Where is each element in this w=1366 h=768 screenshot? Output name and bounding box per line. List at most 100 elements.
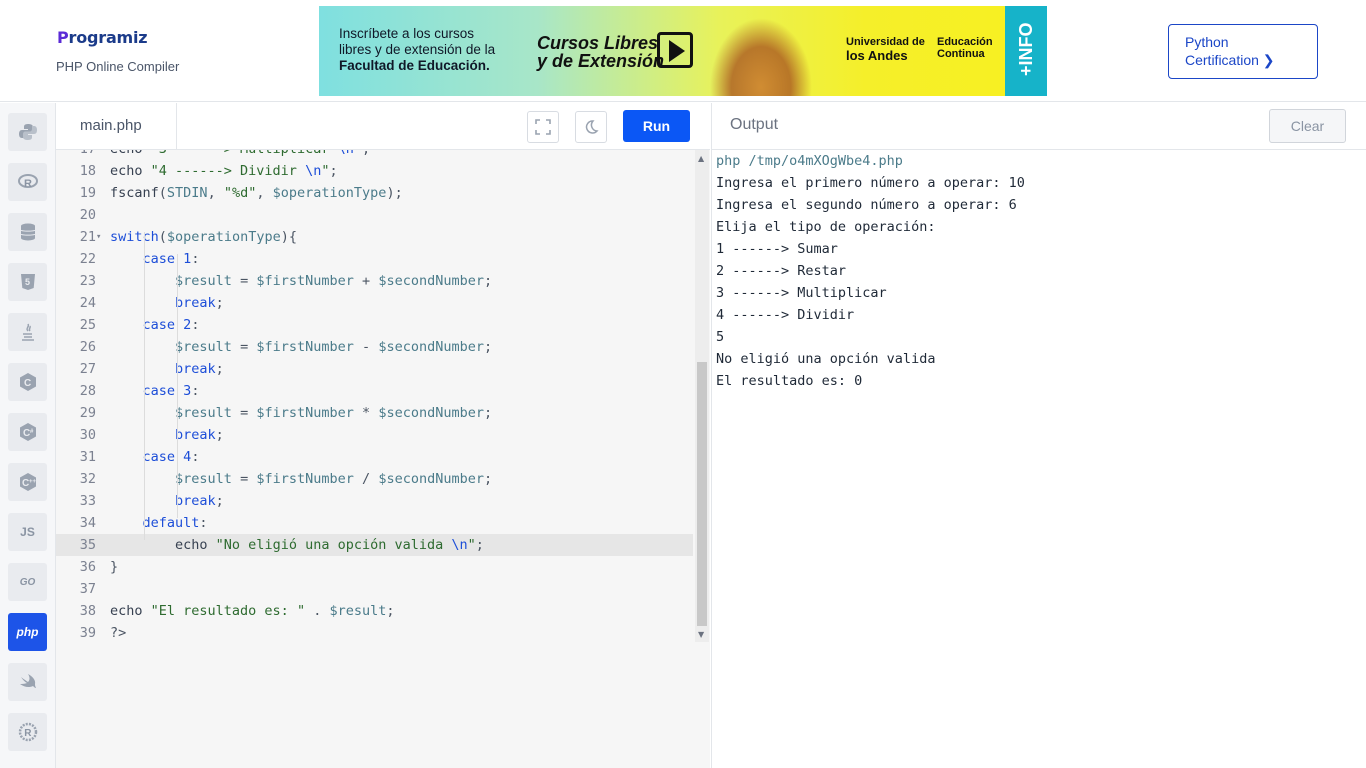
banner-info-button[interactable]: +INFO: [1005, 6, 1047, 96]
code-text: echo "3 ------> Multiplicar \n";: [110, 150, 370, 160]
code-text: default:: [142, 515, 208, 531]
code-line[interactable]: 26 $result = $firstNumber - $secondNumbe…: [56, 336, 693, 358]
code-line[interactable]: 37: [56, 578, 693, 600]
editor-toolbar: main.php Run: [56, 103, 710, 150]
code-line[interactable]: 28 case 3:: [56, 380, 693, 402]
banner-brand: Cursos Libres y de Extensión: [537, 34, 664, 70]
line-number: 30: [79, 427, 96, 443]
clear-button[interactable]: Clear: [1269, 109, 1346, 143]
code-text: fscanf(STDIN, "%d", $operationType);: [110, 185, 403, 201]
code-line[interactable]: 22 case 1:: [56, 248, 693, 270]
cert-line2: Certification ❯: [1185, 52, 1275, 68]
output-title: Output: [730, 116, 779, 133]
code-text: $result = $firstNumber + $secondNumber;: [175, 273, 493, 289]
line-number: 27: [79, 361, 96, 377]
sql-icon[interactable]: [8, 213, 47, 251]
code-line[interactable]: 21 ▾ switch($operationType){: [56, 226, 693, 248]
javascript-icon[interactable]: JS: [8, 513, 47, 551]
run-button[interactable]: Run: [623, 110, 690, 142]
line-number: 28: [79, 383, 96, 399]
code-line[interactable]: 27 break;: [56, 358, 693, 380]
rust-icon[interactable]: R: [8, 713, 47, 751]
indent-guide: [177, 254, 178, 518]
output-console[interactable]: php /tmp/o4mXOgWbe4.php Ingresa el primer…: [711, 150, 1366, 768]
code-text: switch($operationType){: [110, 229, 297, 245]
code-text: $result = $firstNumber * $secondNumber;: [175, 405, 493, 421]
fold-arrow-icon[interactable]: ▾: [96, 226, 104, 248]
code-line[interactable]: 24 break;: [56, 292, 693, 314]
svg-text:++: ++: [29, 479, 37, 485]
code-line[interactable]: 19 fscanf(STDIN, "%d", $operationType);: [56, 182, 693, 204]
code-line[interactable]: 31 case 4:: [56, 446, 693, 468]
banner-education: Educación Continua: [937, 36, 993, 60]
go-icon[interactable]: GO: [8, 563, 47, 601]
line-number: 22: [79, 251, 96, 267]
code-line[interactable]: 25 case 2:: [56, 314, 693, 336]
code-text: break;: [175, 361, 224, 377]
scroll-down-icon[interactable]: ▼: [698, 630, 704, 639]
logo-text: rogramiz: [68, 28, 148, 47]
editor-scrollbar[interactable]: ▲ ▼: [695, 150, 709, 642]
line-number: 26: [79, 339, 96, 355]
code-text: break;: [175, 427, 224, 443]
header: Programiz PHP Online Compiler Inscríbete…: [0, 0, 1366, 102]
line-number: 18: [79, 163, 96, 179]
language-sidebar: R 5 C C # C ++ JS GO php R: [0, 103, 56, 768]
line-number: 25: [79, 317, 96, 333]
scroll-thumb[interactable]: [697, 362, 707, 626]
code-editor[interactable]: ▲ ▼ 17echo "3 ------> Multiplicar \n";18…: [56, 150, 710, 768]
code-line[interactable]: 17 echo "3 ------> Multiplicar \n";: [56, 150, 693, 160]
logo-p-mark: P: [57, 28, 69, 47]
line-number: 39: [79, 625, 96, 641]
code-line[interactable]: 23 $result = $firstNumber + $secondNumbe…: [56, 270, 693, 292]
swift-icon[interactable]: [8, 663, 47, 701]
banner-uni2: los Andes: [846, 48, 908, 63]
line-number: 19: [79, 185, 96, 201]
ad-banner[interactable]: Inscríbete a los cursos libres y de exte…: [319, 6, 1047, 96]
banner-line2: libres y de extensión de la: [339, 42, 496, 57]
cpp-icon[interactable]: C ++: [8, 463, 47, 501]
banner-university: Universidad de los Andes: [846, 36, 925, 63]
code-line[interactable]: 18 echo "4 ------> Dividir \n";: [56, 160, 693, 182]
line-number: 31: [79, 449, 96, 465]
code-line[interactable]: 30 break;: [56, 424, 693, 446]
code-line[interactable]: 39 ?>: [56, 622, 693, 644]
code-text: echo "El resultado es: " . $result;: [110, 603, 395, 619]
code-line[interactable]: 32 $result = $firstNumber / $secondNumbe…: [56, 468, 693, 490]
output-line: 2 ------> Restar: [716, 263, 847, 279]
html5-icon[interactable]: 5: [8, 263, 47, 301]
scroll-up-icon[interactable]: ▲: [698, 154, 704, 163]
python-certification-button[interactable]: Python Certification ❯: [1168, 24, 1318, 79]
indent-guide: [144, 232, 145, 540]
line-number: 21: [79, 229, 96, 245]
dark-mode-button[interactable]: [575, 111, 607, 143]
page-subtitle: PHP Online Compiler: [56, 59, 180, 74]
code-line[interactable]: 38 echo "El resultado es: " . $result;: [56, 600, 693, 622]
code-line[interactable]: 35 echo "No eligió una opción valida \n"…: [56, 534, 693, 556]
php-icon[interactable]: php: [8, 613, 47, 651]
output-line: No eligió una opción valida: [716, 351, 936, 367]
line-number: 32: [79, 471, 96, 487]
code-line[interactable]: 36}: [56, 556, 693, 578]
code-line[interactable]: 20: [56, 204, 693, 226]
r-icon[interactable]: R: [8, 163, 47, 201]
moon-icon: [585, 120, 599, 134]
banner-edu1: Educación: [937, 36, 993, 48]
code-line[interactable]: 29 $result = $firstNumber * $secondNumbe…: [56, 402, 693, 424]
java-icon[interactable]: [8, 313, 47, 351]
python-icon[interactable]: [8, 113, 47, 151]
code-text: }: [110, 559, 119, 575]
programiz-logo[interactable]: Programiz: [57, 28, 148, 47]
output-header: Output Clear: [711, 103, 1366, 150]
fullscreen-button[interactable]: [527, 111, 559, 143]
file-tab-main[interactable]: main.php: [56, 103, 177, 150]
line-number: 33: [79, 493, 96, 509]
csharp-icon[interactable]: C #: [8, 413, 47, 451]
code-text: case 4:: [142, 449, 200, 465]
c-icon[interactable]: C: [8, 363, 47, 401]
svg-text:5: 5: [25, 277, 30, 287]
code-text: ?>: [110, 625, 127, 641]
banner-text: Inscríbete a los cursos libres y de exte…: [339, 26, 495, 74]
code-line[interactable]: 34 default:: [56, 512, 693, 534]
code-line[interactable]: 33 break;: [56, 490, 693, 512]
